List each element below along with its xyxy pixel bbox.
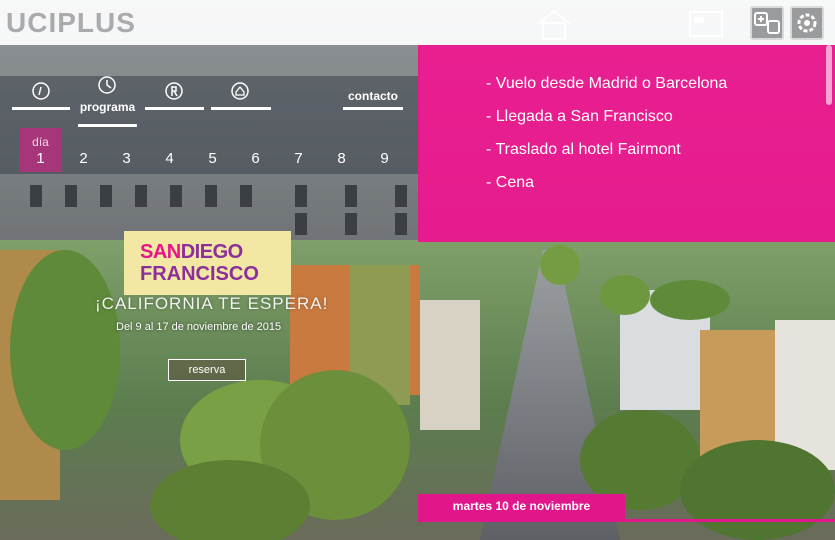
nav-item-location[interactable] (211, 76, 271, 126)
nav-label-programa: programa (79, 100, 136, 114)
day-2[interactable]: 2 (62, 128, 105, 172)
promo-tagline: ¡CALIFORNIA TE ESPERA! (95, 294, 329, 313)
day-4[interactable]: 4 (148, 128, 191, 172)
accent-strip (418, 519, 835, 522)
hotel-icon (165, 82, 183, 100)
home-icon[interactable] (534, 8, 574, 40)
reserva-button[interactable]: reserva (168, 359, 246, 381)
nav-item-info[interactable] (12, 76, 70, 126)
scrollbar[interactable] (826, 45, 832, 105)
itinerary-panel: - Vuelo desde Madrid o Barcelona - Llega… (418, 45, 835, 242)
nav-item-programa[interactable]: programa (78, 76, 137, 127)
promo-logo: SANDIEGO FRANCISCO (124, 231, 291, 295)
itinerary-item: - Cena (486, 174, 535, 191)
date-banner: martes 10 de noviembre (418, 494, 625, 520)
info-icon (32, 82, 50, 100)
day-7[interactable]: 7 (277, 128, 320, 172)
itinerary-item: - Vuelo desde Madrid o Barcelona (486, 75, 728, 92)
language-switch-icon (754, 12, 780, 34)
clock-icon (98, 76, 116, 94)
day-9[interactable]: 9 (363, 128, 406, 172)
settings-button[interactable] (790, 6, 824, 40)
promo-dates: Del 9 al 17 de noviembre de 2015 (116, 321, 282, 333)
settings-icon (797, 13, 817, 33)
day-label: día (32, 135, 49, 149)
nav-item-hotel[interactable] (145, 76, 204, 126)
day-5[interactable]: 5 (191, 128, 234, 172)
itinerary-list: - Vuelo desde Madrid o Barcelona - Llega… (486, 75, 727, 207)
day-6[interactable]: 6 (234, 128, 277, 172)
nav-label-contacto: contacto (347, 89, 398, 103)
day-1[interactable]: día 1 (19, 128, 62, 172)
language-switch-button[interactable] (750, 6, 784, 40)
nav-item-contacto[interactable]: contacto (343, 76, 403, 126)
location-icon (231, 82, 249, 100)
app-logo: UCIPLUS (6, 7, 136, 38)
day-3[interactable]: 3 (105, 128, 148, 172)
flag-icon[interactable] (688, 9, 724, 39)
itinerary-item: - Llegada a San Francisco (486, 108, 673, 125)
day-8[interactable]: 8 (320, 128, 363, 172)
itinerary-item: - Traslado al hotel Fairmont (486, 141, 681, 158)
top-bar: UCIPLUS (0, 0, 835, 45)
